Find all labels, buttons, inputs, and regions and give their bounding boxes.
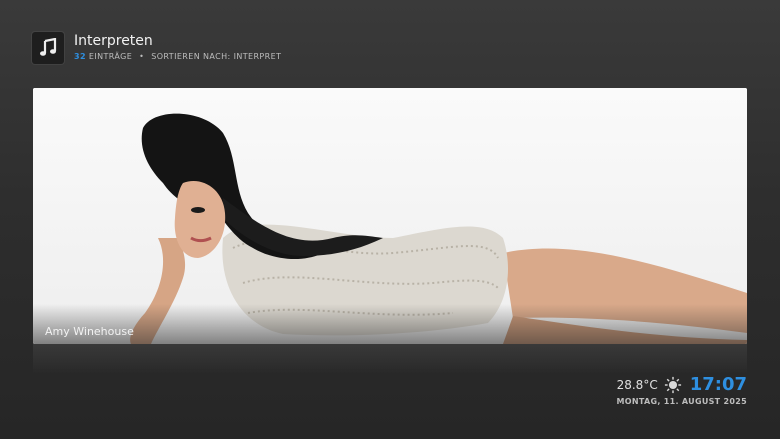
music-note-icon: [32, 32, 64, 64]
clock-date: MONTAG, 11. AUGUST 2025: [616, 397, 747, 406]
page-subtitle: 32 EINTRÄGE • SORTIEREN NACH: INTERPRET: [74, 51, 281, 63]
panel-reflection: [33, 344, 747, 374]
footer-info: 28.8°C 17:07 MONTAG, 11. AUGUST 2025: [616, 374, 747, 406]
artist-name-label: Amy Winehouse: [45, 325, 134, 338]
clock-time: 17:07: [689, 374, 747, 395]
separator: •: [139, 52, 145, 61]
sun-icon: [664, 376, 681, 393]
entries-label: EINTRÄGE: [88, 52, 133, 61]
caption-bar: [33, 304, 747, 344]
header: Interpreten 32 EINTRÄGE • SORTIEREN NACH…: [32, 32, 281, 64]
entry-count: 32: [74, 52, 86, 61]
temperature: 28.8°C: [616, 377, 658, 392]
page-title: Interpreten: [74, 33, 153, 49]
sort-label: SORTIEREN NACH: INTERPRET: [151, 52, 282, 61]
artist-fanart-panel[interactable]: Amy Winehouse: [33, 88, 747, 344]
